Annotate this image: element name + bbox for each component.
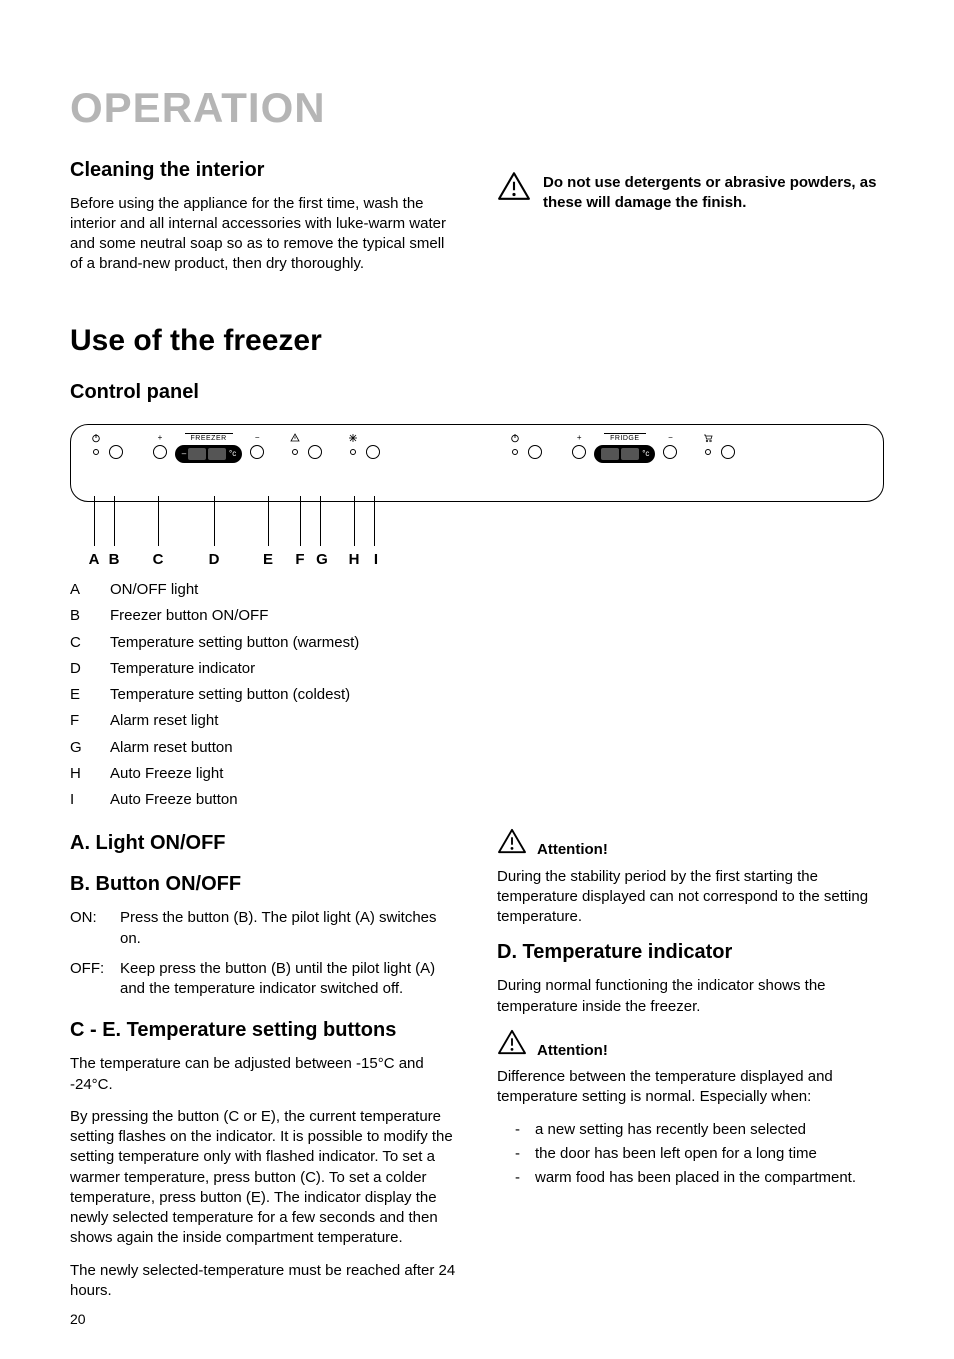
use-of-freezer-heading: Use of the freezer — [70, 321, 884, 362]
control-panel-heading: Control panel — [70, 379, 884, 406]
warning-icon — [497, 1029, 527, 1061]
warning-icon — [497, 171, 531, 207]
control-panel-diagram: + FREEZER –°c − + FRIDGE °c − — [70, 424, 884, 502]
legend-table: AON/OFF light BFreezer button ON/OFF CTe… — [70, 580, 884, 810]
fridge-cart-btn — [721, 433, 735, 459]
panel-led-A — [91, 433, 101, 455]
top-warning-text: Do not use detergents or abrasive powder… — [543, 173, 884, 214]
cleaning-heading: Cleaning the interior — [70, 157, 457, 184]
attention-label-1: Attention! — [537, 840, 608, 860]
off-label: OFF: — [70, 959, 112, 1000]
panel-btn-B — [109, 433, 123, 459]
cleaning-body: Before using the appliance for the first… — [70, 194, 457, 275]
fridge-display: FRIDGE °c — [594, 433, 655, 463]
attention-label-2: Attention! — [537, 1041, 608, 1061]
callout-labels: A B C D E F G H I — [70, 496, 884, 566]
section-d-heading: D. Temperature indicator — [497, 939, 884, 966]
fridge-led — [510, 433, 520, 455]
on-label: ON: — [70, 908, 112, 949]
panel-btn-E: − — [250, 433, 264, 459]
fridge-cart-led — [703, 433, 713, 455]
panel-btn-C: + — [153, 433, 167, 459]
fridge-btn-minus: − — [663, 433, 677, 459]
section-ce-heading: C - E. Temperature setting buttons — [70, 1017, 457, 1044]
panel-led-F — [290, 433, 300, 455]
warning-icon — [497, 828, 527, 860]
ce-p2: By pressing the button (C or E), the cur… — [70, 1107, 457, 1249]
page-title: OPERATION — [70, 80, 884, 137]
attention-1-body: During the stability period by the first… — [497, 867, 884, 928]
d-body: During normal functioning the indicator … — [497, 976, 884, 1017]
page-number: 20 — [70, 1310, 86, 1329]
ce-p3: The newly selected-temperature must be r… — [70, 1261, 457, 1302]
section-a-heading: A. Light ON/OFF — [70, 830, 457, 857]
section-b-heading: B. Button ON/OFF — [70, 871, 457, 898]
panel-btn-G — [308, 433, 322, 459]
ce-p1: The temperature can be adjusted between … — [70, 1054, 457, 1095]
fridge-btn-plus: + — [572, 433, 586, 459]
attention-2-body: Difference between the temperature displ… — [497, 1067, 884, 1108]
on-text: Press the button (B). The pilot light (A… — [120, 908, 457, 949]
fridge-btn-power — [528, 433, 542, 459]
panel-display-D: FREEZER –°c — [175, 433, 242, 463]
panel-led-H — [348, 433, 358, 455]
panel-btn-I — [366, 433, 380, 459]
attention-2-list: a new setting has recently been selected… — [497, 1120, 884, 1189]
off-text: Keep press the button (B) until the pilo… — [120, 959, 457, 1000]
